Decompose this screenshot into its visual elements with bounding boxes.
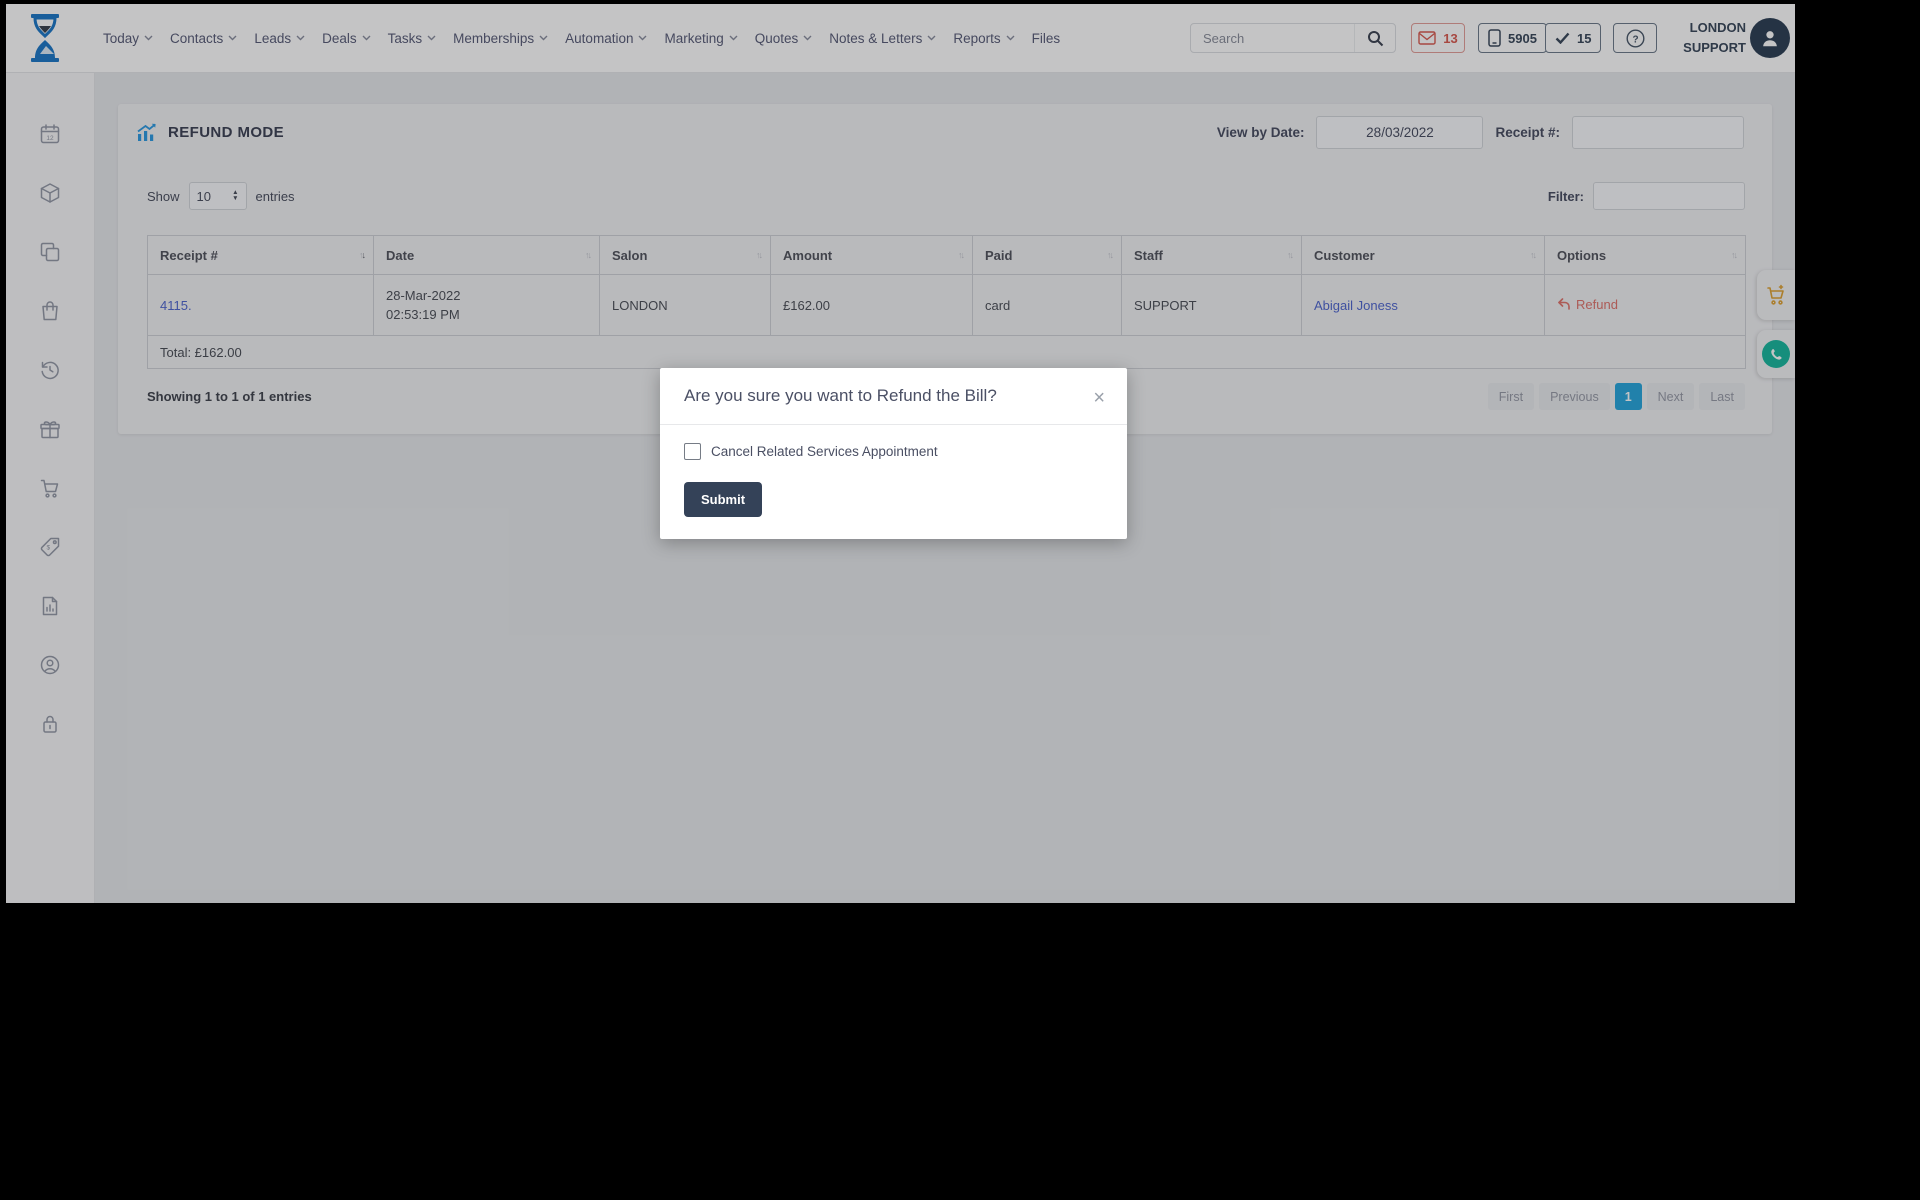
checkbox[interactable]: [684, 443, 701, 460]
modal-title: Are you sure you want to Refund the Bill…: [684, 386, 1089, 406]
checkbox-label: Cancel Related Services Appointment: [711, 444, 938, 459]
modal-body: Cancel Related Services Appointment Subm…: [660, 425, 1127, 539]
submit-button[interactable]: Submit: [684, 482, 762, 517]
refund-confirm-modal: Are you sure you want to Refund the Bill…: [660, 368, 1127, 539]
app-window: Today Contacts Leads Deals Tasks Members…: [6, 4, 1795, 903]
modal-header: Are you sure you want to Refund the Bill…: [660, 368, 1127, 425]
close-icon[interactable]: ×: [1089, 386, 1109, 410]
cancel-services-checkbox-row[interactable]: Cancel Related Services Appointment: [684, 443, 1103, 460]
